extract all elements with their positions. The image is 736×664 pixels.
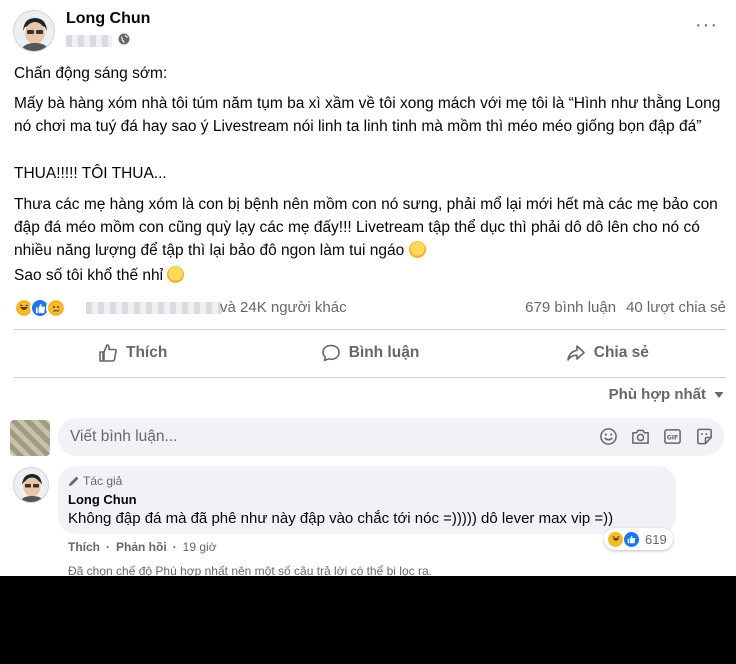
post-text-paragraph: Sao số tôi khổ thế nhỉ bbox=[14, 264, 728, 287]
divider bbox=[14, 377, 726, 378]
svg-text:GIF: GIF bbox=[667, 435, 679, 442]
comment-text: Không đập đá mà đã phê như này đập vào c… bbox=[68, 510, 614, 527]
share-button-label: Chia sẻ bbox=[593, 344, 649, 361]
thumbs-up-icon bbox=[99, 344, 117, 362]
blurred-reactor-names bbox=[86, 302, 222, 314]
blurred-timestamp bbox=[66, 35, 112, 47]
post-text-paragraph: Chấn động sáng sớm: bbox=[14, 65, 168, 82]
comment-author-name[interactable]: Long Chun bbox=[68, 492, 137, 507]
post-text-paragraph: THUA!!!!! TÔI THUA... bbox=[14, 165, 167, 182]
more-options-icon[interactable]: ··· bbox=[695, 14, 718, 37]
comment-reaction-count: 619 bbox=[645, 531, 667, 547]
shares-count[interactable]: 40 lượt chia sẻ bbox=[626, 299, 726, 316]
engagement-counts: 679 bình luận 40 lượt chia sẻ bbox=[525, 299, 726, 316]
comment-input-field[interactable]: Viết bình luận... GIF bbox=[58, 418, 724, 456]
like-icon bbox=[623, 530, 640, 548]
post-text-paragraph: Thưa các mẹ hàng xóm là con bị bệnh nên … bbox=[14, 193, 728, 262]
reactions-summary: và 24K người khác 679 bình luận 40 lượt … bbox=[14, 296, 728, 320]
author-badge-label: Tác giả bbox=[83, 474, 123, 488]
current-user-avatar[interactable] bbox=[10, 420, 50, 456]
comment-reply-link[interactable]: Phản hồi bbox=[116, 540, 167, 554]
author-avatar[interactable] bbox=[13, 10, 55, 52]
public-globe-icon bbox=[118, 32, 130, 50]
post-meta bbox=[66, 33, 130, 49]
reaction-icons[interactable] bbox=[14, 298, 66, 318]
post-text-paragraph: Mấy bà hàng xóm nhà tôi túm năm tụm ba x… bbox=[14, 95, 721, 135]
comment-timestamp[interactable]: 19 giờ bbox=[183, 540, 217, 554]
comment-actions: Thích · Phản hồi · 19 giờ bbox=[68, 540, 217, 554]
comment-button[interactable]: Bình luận bbox=[251, 333, 488, 373]
share-arrow-icon bbox=[566, 345, 585, 361]
sad-icon bbox=[46, 298, 66, 318]
caret-down-icon bbox=[714, 391, 724, 398]
share-button[interactable]: Chia sẻ bbox=[489, 333, 726, 373]
comment-input-tools: GIF bbox=[599, 427, 714, 446]
comments-count[interactable]: 679 bình luận bbox=[525, 299, 616, 316]
separator-dot: · bbox=[106, 540, 110, 554]
camera-icon[interactable] bbox=[631, 427, 650, 446]
comment-sort-label: Phù hợp nhất bbox=[608, 386, 706, 403]
sticker-icon[interactable] bbox=[695, 427, 714, 446]
speech-bubble-icon bbox=[321, 344, 340, 362]
haha-icon bbox=[607, 530, 624, 548]
comment-sort-dropdown[interactable]: Phù hợp nhất bbox=[609, 386, 724, 403]
post-author-name[interactable]: Long Chun bbox=[66, 10, 150, 28]
separator-dot: · bbox=[172, 540, 177, 554]
like-button[interactable]: Thích bbox=[14, 333, 251, 373]
gif-icon[interactable]: GIF bbox=[663, 427, 682, 446]
comment-bubble: Tác giả Long Chun Không đập đá mà đã phê… bbox=[58, 466, 676, 534]
post-action-bar: Thích Bình luận Chia sẻ bbox=[14, 333, 726, 373]
sad-face-emoji-icon bbox=[167, 266, 185, 283]
comment-button-label: Bình luận bbox=[348, 344, 420, 361]
post-header: Long Chun ··· bbox=[0, 0, 736, 62]
like-button-label: Thích bbox=[125, 344, 168, 361]
emoji-picker-icon[interactable] bbox=[599, 427, 618, 446]
author-badge: Tác giả bbox=[68, 474, 122, 488]
sweat-smile-emoji-icon bbox=[408, 241, 426, 258]
post-text-content: Sao số tôi khổ thế nhỉ bbox=[14, 267, 164, 284]
reactions-others-text[interactable]: và 24K người khác bbox=[220, 299, 347, 316]
pencil-icon bbox=[68, 476, 79, 486]
divider bbox=[14, 329, 726, 330]
comment-like-link[interactable]: Thích bbox=[68, 540, 100, 554]
comment-input-placeholder: Viết bình luận... bbox=[70, 428, 178, 445]
post-text-content: Thưa các mẹ hàng xóm là con bị bệnh nên … bbox=[14, 196, 718, 259]
comment-reactions-badge[interactable]: 619 bbox=[604, 528, 673, 550]
black-overlay-block bbox=[0, 576, 736, 664]
comment-author-avatar[interactable] bbox=[13, 467, 49, 503]
